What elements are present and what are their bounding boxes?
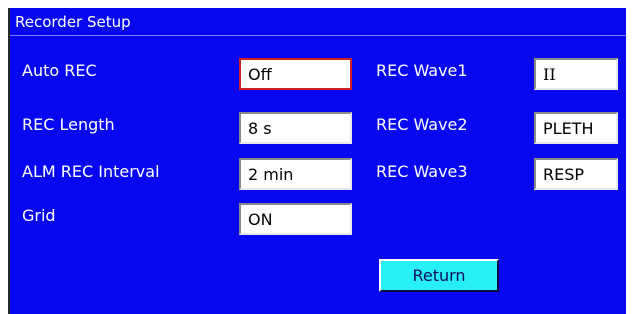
recorder-setup-dialog: Recorder Setup Auto REC Off REC Length 8…	[8, 8, 626, 314]
title-bar: Recorder Setup	[10, 8, 626, 36]
rec-length-value: 8 s	[248, 119, 272, 138]
auto-rec-label: Auto REC	[22, 61, 97, 80]
alm-rec-interval-field[interactable]: 2 min	[239, 158, 352, 190]
grid-value: ON	[248, 210, 273, 229]
alm-rec-interval-value: 2 min	[248, 165, 294, 184]
auto-rec-value: Off	[248, 65, 272, 84]
grid-label: Grid	[22, 206, 56, 225]
rec-wave1-value: II	[543, 65, 556, 84]
rec-length-field[interactable]: 8 s	[239, 112, 352, 144]
rec-length-label: REC Length	[22, 115, 115, 134]
rec-wave1-field[interactable]: II	[534, 58, 618, 90]
rec-wave1-label: REC Wave1	[376, 61, 468, 80]
grid-field[interactable]: ON	[239, 203, 352, 235]
return-button[interactable]: Return	[379, 259, 499, 292]
rec-wave3-label: REC Wave3	[376, 162, 468, 181]
rec-wave2-field[interactable]: PLETH	[534, 112, 618, 144]
auto-rec-field[interactable]: Off	[239, 58, 352, 90]
rec-wave3-value: RESP	[543, 165, 585, 184]
rec-wave3-field[interactable]: RESP	[534, 158, 618, 190]
rec-wave2-label: REC Wave2	[376, 115, 468, 134]
window-title: Recorder Setup	[15, 13, 131, 31]
alm-rec-interval-label: ALM REC Interval	[22, 162, 160, 181]
rec-wave2-value: PLETH	[543, 119, 594, 138]
